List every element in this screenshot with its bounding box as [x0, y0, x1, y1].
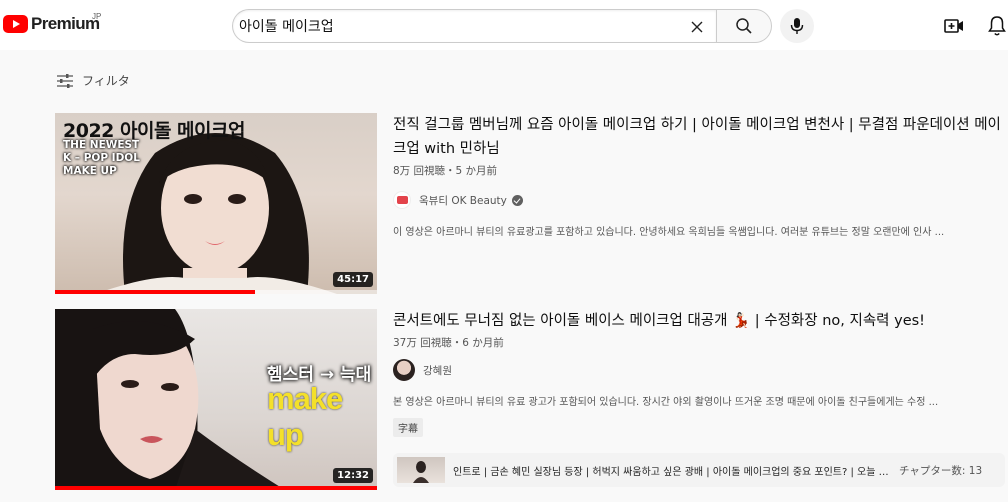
thumbnail-subline: make up	[267, 381, 343, 452]
video-meta: 37万 回視聴・6 か月前	[393, 337, 504, 349]
youtube-premium-logo[interactable]: Premium	[3, 14, 100, 34]
chapter-count: チャプター数: 13	[899, 464, 983, 477]
search-bar	[232, 9, 772, 43]
video-duration: 12:32	[333, 468, 373, 483]
search-box	[232, 9, 716, 43]
bell-icon[interactable]	[987, 15, 1007, 37]
search-button[interactable]	[716, 9, 772, 43]
clear-icon[interactable]	[689, 19, 705, 35]
voice-search-button[interactable]	[780, 9, 814, 43]
chapter-list-text: 인트로 | 금손 혜민 실장님 등장 | 허벅지 싸움하고 싶은 광배 | 아이…	[453, 466, 893, 478]
search-icon	[736, 18, 752, 34]
channel-row[interactable]: 강혜원	[393, 359, 1005, 381]
thumbnail-subline: THE NEWEST K – POP IDOL MAKE UP	[63, 139, 140, 177]
subtitles-badge: 字幕	[393, 418, 423, 437]
top-bar: Premium JP	[0, 0, 1008, 50]
video-result: 2022 아이돌 메이크업 THE NEWEST K – POP IDOL MA…	[55, 113, 1008, 294]
verified-icon	[511, 194, 523, 206]
chapters-row[interactable]: 인트로 | 금손 혜민 실장님 등장 | 허벅지 싸움하고 싶은 광배 | 아이…	[393, 453, 1005, 487]
chapter-thumbnail[interactable]	[397, 457, 445, 483]
video-info: 전직 걸그룹 멤버님께 요즘 아이돌 메이크업 하기 | 아이돌 메이크업 변천…	[393, 113, 1005, 238]
video-title[interactable]: 콘서트에도 무너짐 없는 아이돌 베이스 메이크업 대공개 💃🏻 | 수정화장 …	[393, 309, 1005, 333]
video-title[interactable]: 전직 걸그룹 멤버님께 요즘 아이돌 메이크업 하기 | 아이돌 메이크업 변천…	[393, 113, 1005, 161]
create-video-icon[interactable]	[944, 16, 964, 36]
video-thumbnail[interactable]: 헴스터 → 늑대 make up 12:32	[55, 309, 377, 490]
filter-label: フィルタ	[82, 74, 130, 88]
avatar[interactable]	[393, 191, 411, 209]
channel-row[interactable]: 옥뷰티 OK Beauty	[393, 191, 1005, 209]
video-result: 헴스터 → 늑대 make up 12:32 콘서트에도 무너짐 없는 아이돌 …	[55, 309, 1008, 490]
channel-logo-icon	[396, 196, 408, 204]
channel-name[interactable]: 옥뷰티 OK Beauty	[419, 193, 507, 208]
filter-icon	[57, 73, 73, 88]
video-info: 콘서트에도 무너짐 없는 아이돌 베이스 메이크업 대공개 💃🏻 | 수정화장 …	[393, 309, 1005, 437]
channel-name[interactable]: 강혜원	[423, 363, 452, 378]
watch-progress-bar	[55, 486, 377, 490]
video-meta: 8万 回視聴・5 か月前	[393, 165, 498, 177]
mic-icon	[790, 18, 804, 34]
filter-button[interactable]: フィルタ	[56, 72, 130, 89]
video-description: 본 영상은 아르마니 뷰티의 유료 광고가 포함되어 있습니다. 장시간 야외 …	[393, 397, 939, 408]
region-code: JP	[92, 12, 102, 21]
video-duration: 45:17	[333, 272, 373, 287]
avatar[interactable]	[393, 359, 415, 381]
chapter-thumbnail-image	[413, 461, 429, 483]
video-thumbnail[interactable]: 2022 아이돌 메이크업 THE NEWEST K – POP IDOL MA…	[55, 113, 377, 294]
logo-text: Premium	[31, 14, 100, 33]
search-input[interactable]	[238, 10, 678, 42]
youtube-logo-icon	[3, 15, 28, 33]
video-description: 이 영상은 아르마니 뷰티의 유료광고를 포함하고 있습니다. 안녕하세요 옥희…	[393, 227, 945, 238]
watch-progress-bar	[55, 290, 255, 294]
